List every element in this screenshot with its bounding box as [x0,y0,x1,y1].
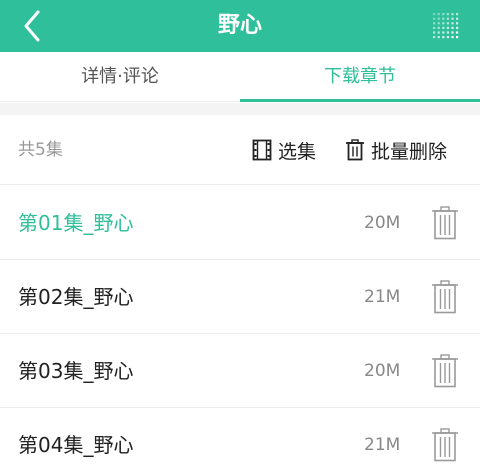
episode-size: 21M [364,287,401,307]
page-title: 野心 [217,13,262,38]
trash-icon [346,139,364,161]
select-episodes-button[interactable]: 选集 [252,115,316,185]
active-tab-indicator [240,99,480,102]
batch-delete-label: 批量删除 [371,140,448,163]
tab-download-chapters[interactable]: 下载章节 [240,52,480,102]
episode-title: 第02集_野心 [18,285,134,309]
menu-button[interactable] [426,6,466,46]
select-episodes-label: 选集 [278,140,317,163]
delete-episode-button[interactable] [428,351,462,391]
episode-count: 共5集 [18,140,63,160]
episode-size: 20M [364,361,401,381]
episode-title: 第01集_野心 [18,211,134,235]
episode-title: 第03集_野心 [18,359,134,383]
trash-icon [432,280,458,314]
tab-bar: 详情·评论 下载章节 [0,52,480,102]
film-icon [252,139,272,161]
trash-icon [432,428,458,462]
episode-row[interactable]: 第02集_野心 21M [0,260,480,334]
delete-episode-button[interactable] [428,425,462,465]
episode-title: 第04集_野心 [18,433,134,457]
episode-size: 21M [364,435,401,455]
episode-toolbar: 共5集 选集 批量删除 [0,115,480,185]
tab-details-comments[interactable]: 详情·评论 [0,52,240,102]
dot-grid-icon [433,13,459,39]
episode-row[interactable]: 第01集_野心 20M [0,186,480,260]
trash-icon [432,206,458,240]
episode-list: 第01集_野心 20M 第02集_野心 21M 第03集_野心 20M 第04集… [0,186,480,473]
section-divider [0,103,480,115]
delete-episode-button[interactable] [428,277,462,317]
top-bar: 野心 [0,0,480,52]
episode-size: 20M [364,213,401,233]
episode-row[interactable]: 第03集_野心 20M [0,334,480,408]
trash-icon [432,354,458,388]
batch-delete-button[interactable]: 批量删除 [345,115,447,185]
episode-row[interactable]: 第04集_野心 21M [0,408,480,473]
delete-episode-button[interactable] [428,203,462,243]
